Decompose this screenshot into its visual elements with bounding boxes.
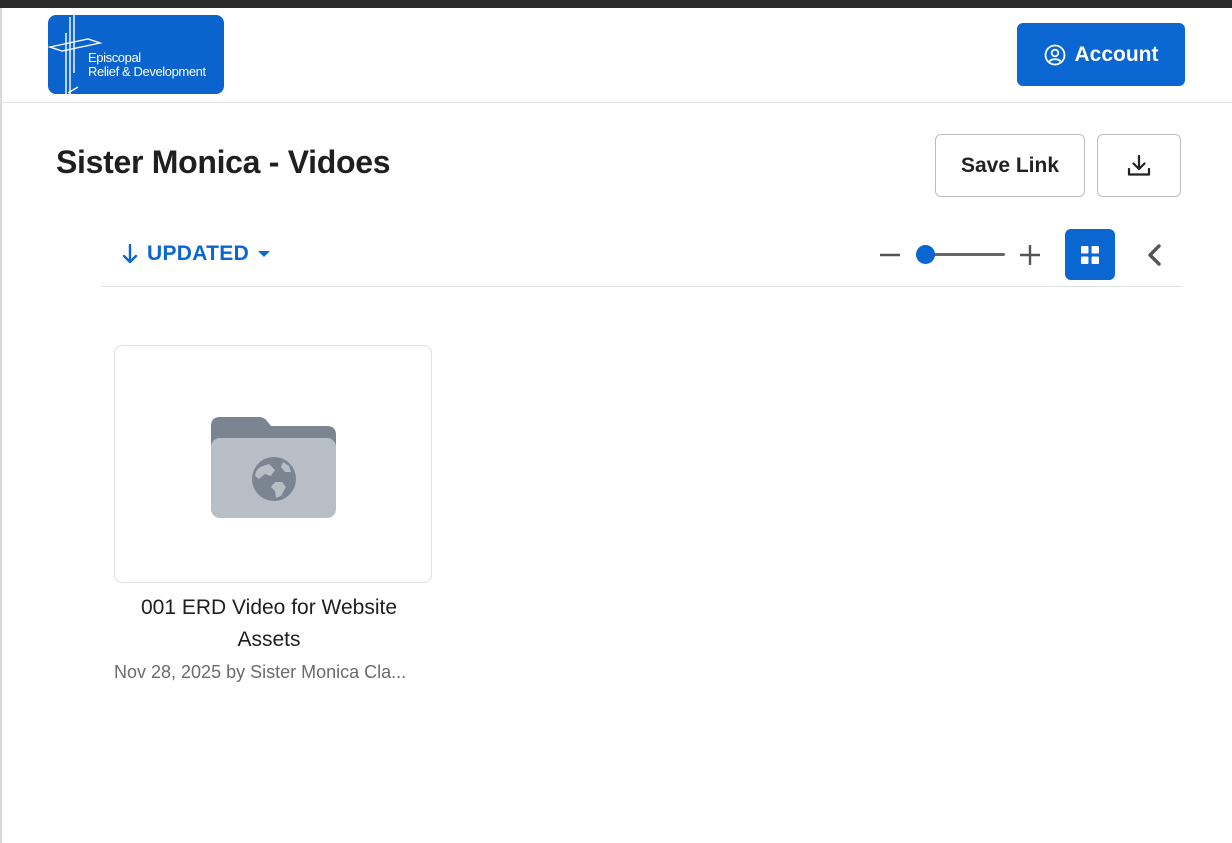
- folder-globe-icon: [211, 417, 336, 518]
- logo-text-line1: Episcopal: [88, 50, 141, 65]
- account-button-label: Account: [1074, 42, 1159, 66]
- user-circle-icon: [1044, 44, 1065, 65]
- window-left-border: [0, 8, 2, 843]
- download-button[interactable]: [1097, 134, 1181, 197]
- account-button[interactable]: Account: [1017, 23, 1185, 86]
- folder-card[interactable]: [114, 345, 432, 583]
- zoom-out-icon[interactable]: [878, 243, 902, 267]
- folder-name[interactable]: 001 ERD Video for Website Assets: [114, 592, 424, 656]
- header: Episcopal Relief & Development Account: [0, 8, 1232, 103]
- zoom-slider-track[interactable]: [925, 253, 1005, 256]
- logo-text-line2: Relief & Development: [88, 64, 206, 79]
- page-title: Sister Monica - Vidoes: [56, 144, 391, 180]
- chevron-left-icon[interactable]: [1141, 241, 1169, 269]
- sort-label: UPDATED: [147, 242, 250, 265]
- caret-down-icon: [258, 251, 271, 257]
- save-link-button[interactable]: Save Link: [935, 134, 1085, 197]
- view-toolbar: UPDATED: [101, 222, 1182, 287]
- brand-logo[interactable]: Episcopal Relief & Development: [48, 15, 224, 94]
- logo-text: Episcopal Relief & Development: [88, 51, 206, 79]
- grid-view-button[interactable]: [1065, 229, 1115, 280]
- arrow-down-icon: [122, 243, 138, 264]
- sort-dropdown[interactable]: UPDATED: [121, 240, 271, 268]
- download-icon: [1127, 154, 1151, 176]
- grid-icon: [1081, 245, 1099, 264]
- window-top-border: [0, 0, 1232, 8]
- zoom-slider-thumb[interactable]: [916, 245, 935, 264]
- folder-meta: Nov 28, 2025 by Sister Monica Cla...: [114, 662, 407, 682]
- zoom-in-icon[interactable]: [1018, 243, 1042, 267]
